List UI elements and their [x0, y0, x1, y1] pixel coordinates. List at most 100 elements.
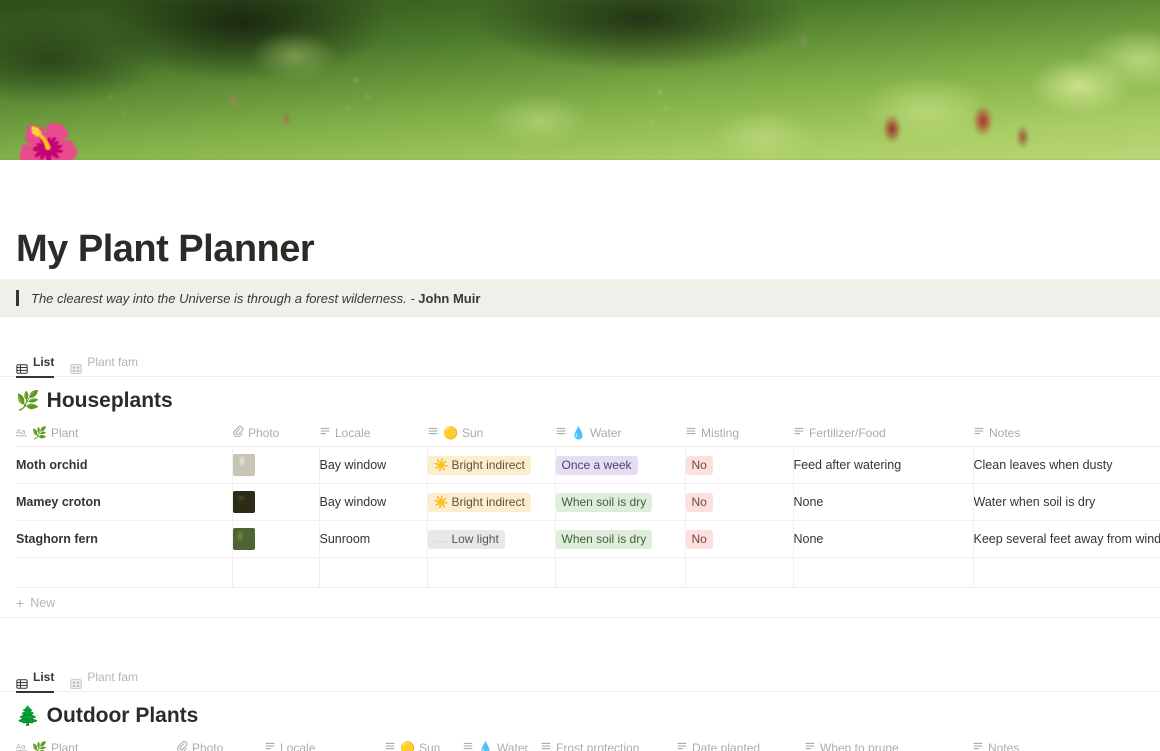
text-icon — [676, 740, 688, 751]
database-title-text: Outdoor Plants — [46, 704, 199, 727]
cell-water[interactable]: When soil is dry — [555, 520, 686, 558]
cell-notes[interactable] — [973, 557, 1160, 588]
table-header-row: Aa 🌿 Plant Photo Locale 🟡 Sun 💧 Water Mistin… — [16, 419, 1160, 447]
table-row-empty[interactable] — [16, 557, 1160, 588]
column-header-sun-label: Sun — [418, 740, 441, 751]
cell-locale[interactable] — [319, 557, 428, 588]
cell-sun[interactable]: ☀️ Bright indirect — [427, 446, 556, 484]
water-col-emoji: 💧 — [478, 740, 493, 751]
column-header-photo[interactable]: Photo — [232, 419, 319, 447]
database-houseplants: List Plant fam 🌿 Houseplants Aa🌿Plant — [0, 347, 1160, 618]
cell-locale[interactable]: Sunroom — [319, 520, 428, 558]
page-title: My Plant Planner — [16, 228, 315, 270]
text-icon — [793, 425, 805, 440]
column-header-locale-label: Locale — [335, 425, 371, 440]
table-header-row: Aa 🌿 Plant Photo Locale 🟡 Sun 💧 Water Frost … — [16, 734, 1144, 751]
cell-notes[interactable]: Clean leaves when dusty — [973, 446, 1160, 484]
tab-plant-fam[interactable]: Plant fam — [70, 662, 138, 692]
cell-notes[interactable]: Water when soil is dry — [973, 483, 1160, 521]
column-header-photo[interactable]: Photo — [176, 734, 264, 751]
cell-misting[interactable]: No — [685, 446, 794, 484]
column-header-locale[interactable]: Locale — [264, 734, 384, 751]
column-header-notes[interactable]: Notes — [973, 419, 1160, 447]
cell-plant[interactable]: Moth orchid — [16, 446, 233, 484]
column-header-plant-label: Plant — [50, 740, 79, 751]
sun-tag-label: Bright indirect — [451, 494, 525, 509]
cell-sun[interactable]: ☀️ Bright indirect — [427, 483, 556, 521]
page-content: My Plant Planner The clearest way into t… — [0, 160, 1160, 751]
quote-accent-bar — [16, 290, 19, 306]
column-header-frost-protection[interactable]: Frost protection — [540, 734, 676, 751]
cell-water[interactable]: Once a week — [555, 446, 686, 484]
column-header-prune-label: When to prune — [820, 740, 899, 751]
cell-sun[interactable]: ☁️ Low light — [427, 520, 556, 558]
table-row[interactable]: Staghorn fern Sunroom ☁️ Low light When s… — [16, 520, 1160, 558]
cell-notes[interactable]: Keep several feet away from window — [973, 520, 1160, 558]
cell-fertilizer[interactable]: None — [793, 520, 974, 558]
select-icon — [384, 740, 396, 751]
column-header-misting[interactable]: Misting — [685, 419, 793, 447]
table-icon — [16, 356, 28, 374]
cell-photo[interactable] — [232, 446, 320, 484]
column-header-date-planted[interactable]: Date planted — [676, 734, 804, 751]
column-header-plant[interactable]: Aa 🌿 Plant — [16, 419, 232, 447]
select-icon — [685, 425, 697, 440]
column-header-notes-label: Notes — [989, 425, 1021, 440]
cell-fertilizer[interactable]: Feed after watering — [793, 446, 974, 484]
sun-col-emoji: 🟡 — [443, 425, 458, 440]
misting-tag: No — [685, 529, 713, 549]
column-header-locale[interactable]: Locale — [319, 419, 427, 447]
add-new-row-button[interactable]: + New — [0, 588, 1160, 618]
svg-text:Aa: Aa — [16, 742, 26, 751]
column-header-plant[interactable]: Aa 🌿 Plant — [16, 734, 176, 751]
column-header-when-to-prune[interactable]: When to prune — [804, 734, 972, 751]
column-header-sun[interactable]: 🟡 Sun — [384, 734, 462, 751]
cell-fertilizer[interactable]: None — [793, 483, 974, 521]
table-row[interactable]: Moth orchid Bay window ☀️ Bright indirect… — [16, 446, 1160, 484]
sun-tag-emoji: ☁️ — [433, 531, 449, 546]
page-cover: 🌺 — [0, 0, 1160, 160]
select-icon — [540, 740, 552, 751]
sun-tag-label: Bright indirect — [451, 457, 525, 472]
cell-misting[interactable]: No — [685, 520, 794, 558]
plus-icon: + — [16, 594, 25, 611]
page-icon-flower-icon[interactable]: 🌺 — [16, 126, 81, 160]
tab-list[interactable]: List — [16, 347, 55, 378]
column-header-water[interactable]: 💧 Water — [555, 419, 685, 447]
cell-misting[interactable] — [685, 557, 794, 588]
cell-misting[interactable]: No — [685, 483, 794, 521]
column-header-sun[interactable]: 🟡 Sun — [427, 419, 555, 447]
tab-list-label: List — [33, 354, 55, 369]
plant-thumbnail — [232, 454, 255, 476]
database-outdoor-plants: List Plant fam 🌲 Outdoor Plants Aa 🌿 Plan — [0, 662, 1160, 751]
cell-locale[interactable]: Bay window — [319, 446, 428, 484]
plant-col-emoji: 🌿 — [32, 740, 47, 751]
column-header-fertilizer-label: Fertilizer/Food — [809, 425, 886, 440]
cover-photo-image — [0, 0, 1160, 160]
cell-photo[interactable] — [232, 520, 320, 558]
tab-plant-fam[interactable]: Plant fam — [70, 347, 138, 377]
cell-plant[interactable]: Mamey croton — [16, 483, 233, 521]
cell-photo[interactable] — [232, 483, 320, 521]
sun-tag-label: Low light — [451, 531, 499, 546]
column-header-fertilizer[interactable]: Fertilizer/Food — [793, 419, 973, 447]
text-icon — [319, 425, 331, 440]
cell-locale[interactable]: Bay window — [319, 483, 428, 521]
quote-callout: The clearest way into the Universe is th… — [0, 279, 1160, 316]
cell-fertilizer[interactable] — [793, 557, 974, 588]
cell-plant[interactable]: Staghorn fern — [16, 520, 233, 558]
cell-water[interactable] — [555, 557, 686, 588]
cell-water[interactable]: When soil is dry — [555, 483, 686, 521]
column-header-sun-label: Sun — [461, 425, 484, 440]
cell-sun[interactable] — [427, 557, 556, 588]
misting-tag: No — [685, 492, 713, 512]
column-header-notes[interactable]: Notes — [972, 734, 1144, 751]
gallery-icon — [70, 356, 83, 374]
water-tag: When soil is dry — [555, 529, 653, 549]
column-header-water[interactable]: 💧 Water — [462, 734, 540, 751]
tab-list[interactable]: List — [16, 662, 55, 693]
cell-photo[interactable] — [232, 557, 320, 588]
sun-col-emoji: 🟡 — [400, 740, 415, 751]
table-row[interactable]: Mamey croton Bay window ☀️ Bright indirec… — [16, 483, 1160, 521]
cell-plant[interactable] — [16, 557, 233, 588]
